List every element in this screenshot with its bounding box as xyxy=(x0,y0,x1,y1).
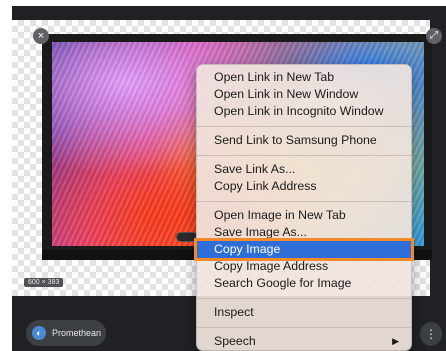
menu-item-open-link-new-tab[interactable]: Open Link in New Tab xyxy=(197,69,411,86)
source-chip[interactable]: ◐ Promethean xyxy=(26,320,106,346)
more-options-icon[interactable]: ⋮ xyxy=(420,322,442,346)
source-label: Promethean xyxy=(52,328,102,338)
menu-item-speech-label: Speech xyxy=(214,334,256,348)
menu-item-open-link-incognito[interactable]: Open Link in Incognito Window xyxy=(197,103,411,120)
menu-separator xyxy=(197,126,411,127)
menu-item-copy-image-address[interactable]: Copy Image Address xyxy=(197,258,411,275)
menu-item-open-image-new-tab[interactable]: Open Image in New Tab xyxy=(197,207,411,224)
menu-item-save-link-as[interactable]: Save Link As... xyxy=(197,161,411,178)
menu-separator xyxy=(197,201,411,202)
menu-item-search-google-for-image[interactable]: Search Google for Image xyxy=(197,275,411,292)
context-menu: Open Link in New Tab Open Link in New Wi… xyxy=(194,64,414,351)
menu-separator xyxy=(197,327,411,328)
menu-item-copy-image[interactable]: Copy Image xyxy=(194,238,414,261)
menu-item-copy-link-address[interactable]: Copy Link Address xyxy=(197,178,411,195)
menu-item-save-image-as[interactable]: Save Image As... xyxy=(197,224,411,241)
menu-item-inspect[interactable]: Inspect xyxy=(197,304,411,321)
close-icon[interactable]: × xyxy=(33,28,49,44)
menu-separator xyxy=(197,155,411,156)
submenu-arrow-icon: ▶ xyxy=(392,336,399,346)
menu-item-send-link-to-phone[interactable]: Send Link to Samsung Phone xyxy=(197,132,411,149)
menu-separator xyxy=(197,298,411,299)
menu-item-speech[interactable]: Speech ▶ xyxy=(197,333,411,350)
menu-item-open-link-new-window[interactable]: Open Link in New Window xyxy=(197,86,411,103)
monitor-control-pill xyxy=(176,232,198,242)
image-dimensions-badge: 600 × 383 xyxy=(24,278,64,287)
expand-icon[interactable]: ⤢ xyxy=(426,28,442,44)
promethean-logo-icon: ◐ xyxy=(32,326,46,340)
